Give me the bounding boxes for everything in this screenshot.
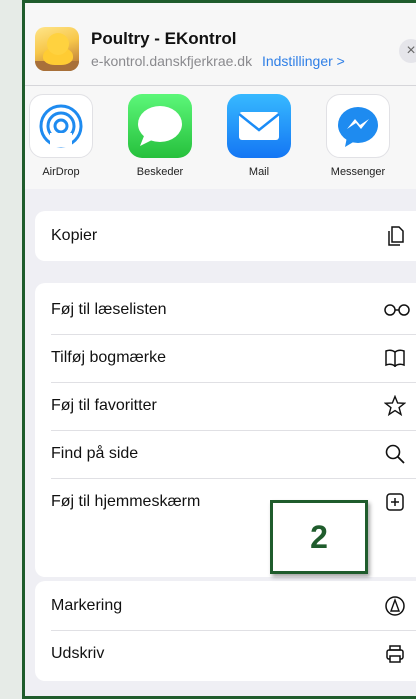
action-copy[interactable]: Kopier [35, 213, 416, 259]
settings-link[interactable]: Indstillinger > [262, 53, 345, 69]
messenger-icon [326, 94, 390, 158]
site-title: Poultry - EKontrol [91, 29, 237, 48]
action-find-on-page[interactable]: Find på side [35, 431, 416, 477]
site-icon [35, 27, 79, 71]
app-label: Mail [248, 166, 270, 178]
close-button[interactable]: × [399, 39, 416, 63]
app-messages[interactable]: Beskeder [124, 94, 196, 178]
airdrop-icon [29, 94, 93, 158]
share-header: Poultry - EKontrol e-kontrol.danskfjerkr… [25, 3, 416, 85]
reading-glasses-icon [384, 304, 410, 316]
app-mail[interactable]: Mail [223, 94, 295, 178]
action-add-favorites[interactable]: Føj til favoritter [35, 383, 416, 429]
action-add-bookmark[interactable]: Tilføj bogmærke [35, 335, 416, 381]
markup-pen-icon [385, 596, 405, 616]
plus-square-icon [386, 493, 404, 511]
mail-icon [227, 94, 291, 158]
messages-icon [128, 94, 192, 158]
action-label: Markering [51, 597, 123, 614]
action-label: Føj til hjemmeskærm [51, 493, 201, 510]
app-label: AirDrop [42, 166, 80, 178]
book-icon [385, 349, 405, 367]
action-label: Tilføj bogmærke [51, 349, 166, 366]
app-airdrop[interactable]: AirDrop [25, 94, 97, 178]
app-messenger[interactable]: Messenger [322, 94, 394, 178]
action-label: Kopier [51, 227, 98, 244]
share-sheet: Poultry - EKontrol e-kontrol.danskfjerkr… [22, 0, 416, 699]
site-url: e-kontrol.danskfjerkrae.dk [91, 53, 253, 69]
action-markup[interactable]: Markering [35, 583, 416, 629]
printer-icon [386, 645, 404, 663]
action-reading-list[interactable]: Føj til læselisten [35, 287, 416, 333]
step-callout-number: 2 [270, 500, 368, 574]
action-label: Find på side [51, 445, 139, 462]
app-label: Messenger [330, 166, 386, 178]
site-subtitle: e-kontrol.danskfjerkrae.dk Indstillinger… [91, 53, 345, 69]
action-group-copy: Kopier [35, 211, 416, 261]
star-icon [384, 395, 406, 417]
action-label: Udskriv [51, 645, 105, 662]
app-label: Beskeder [136, 166, 184, 178]
share-apps-row: AirDrop Beskeder Mail Messenger [25, 86, 416, 189]
action-print[interactable]: Udskriv [35, 631, 416, 677]
action-label: Føj til læselisten [51, 301, 167, 318]
action-group-markup: Markering Udskriv [35, 581, 416, 681]
search-icon [385, 444, 405, 464]
action-label: Føj til favoritter [51, 397, 157, 414]
copy-icon [388, 226, 404, 246]
